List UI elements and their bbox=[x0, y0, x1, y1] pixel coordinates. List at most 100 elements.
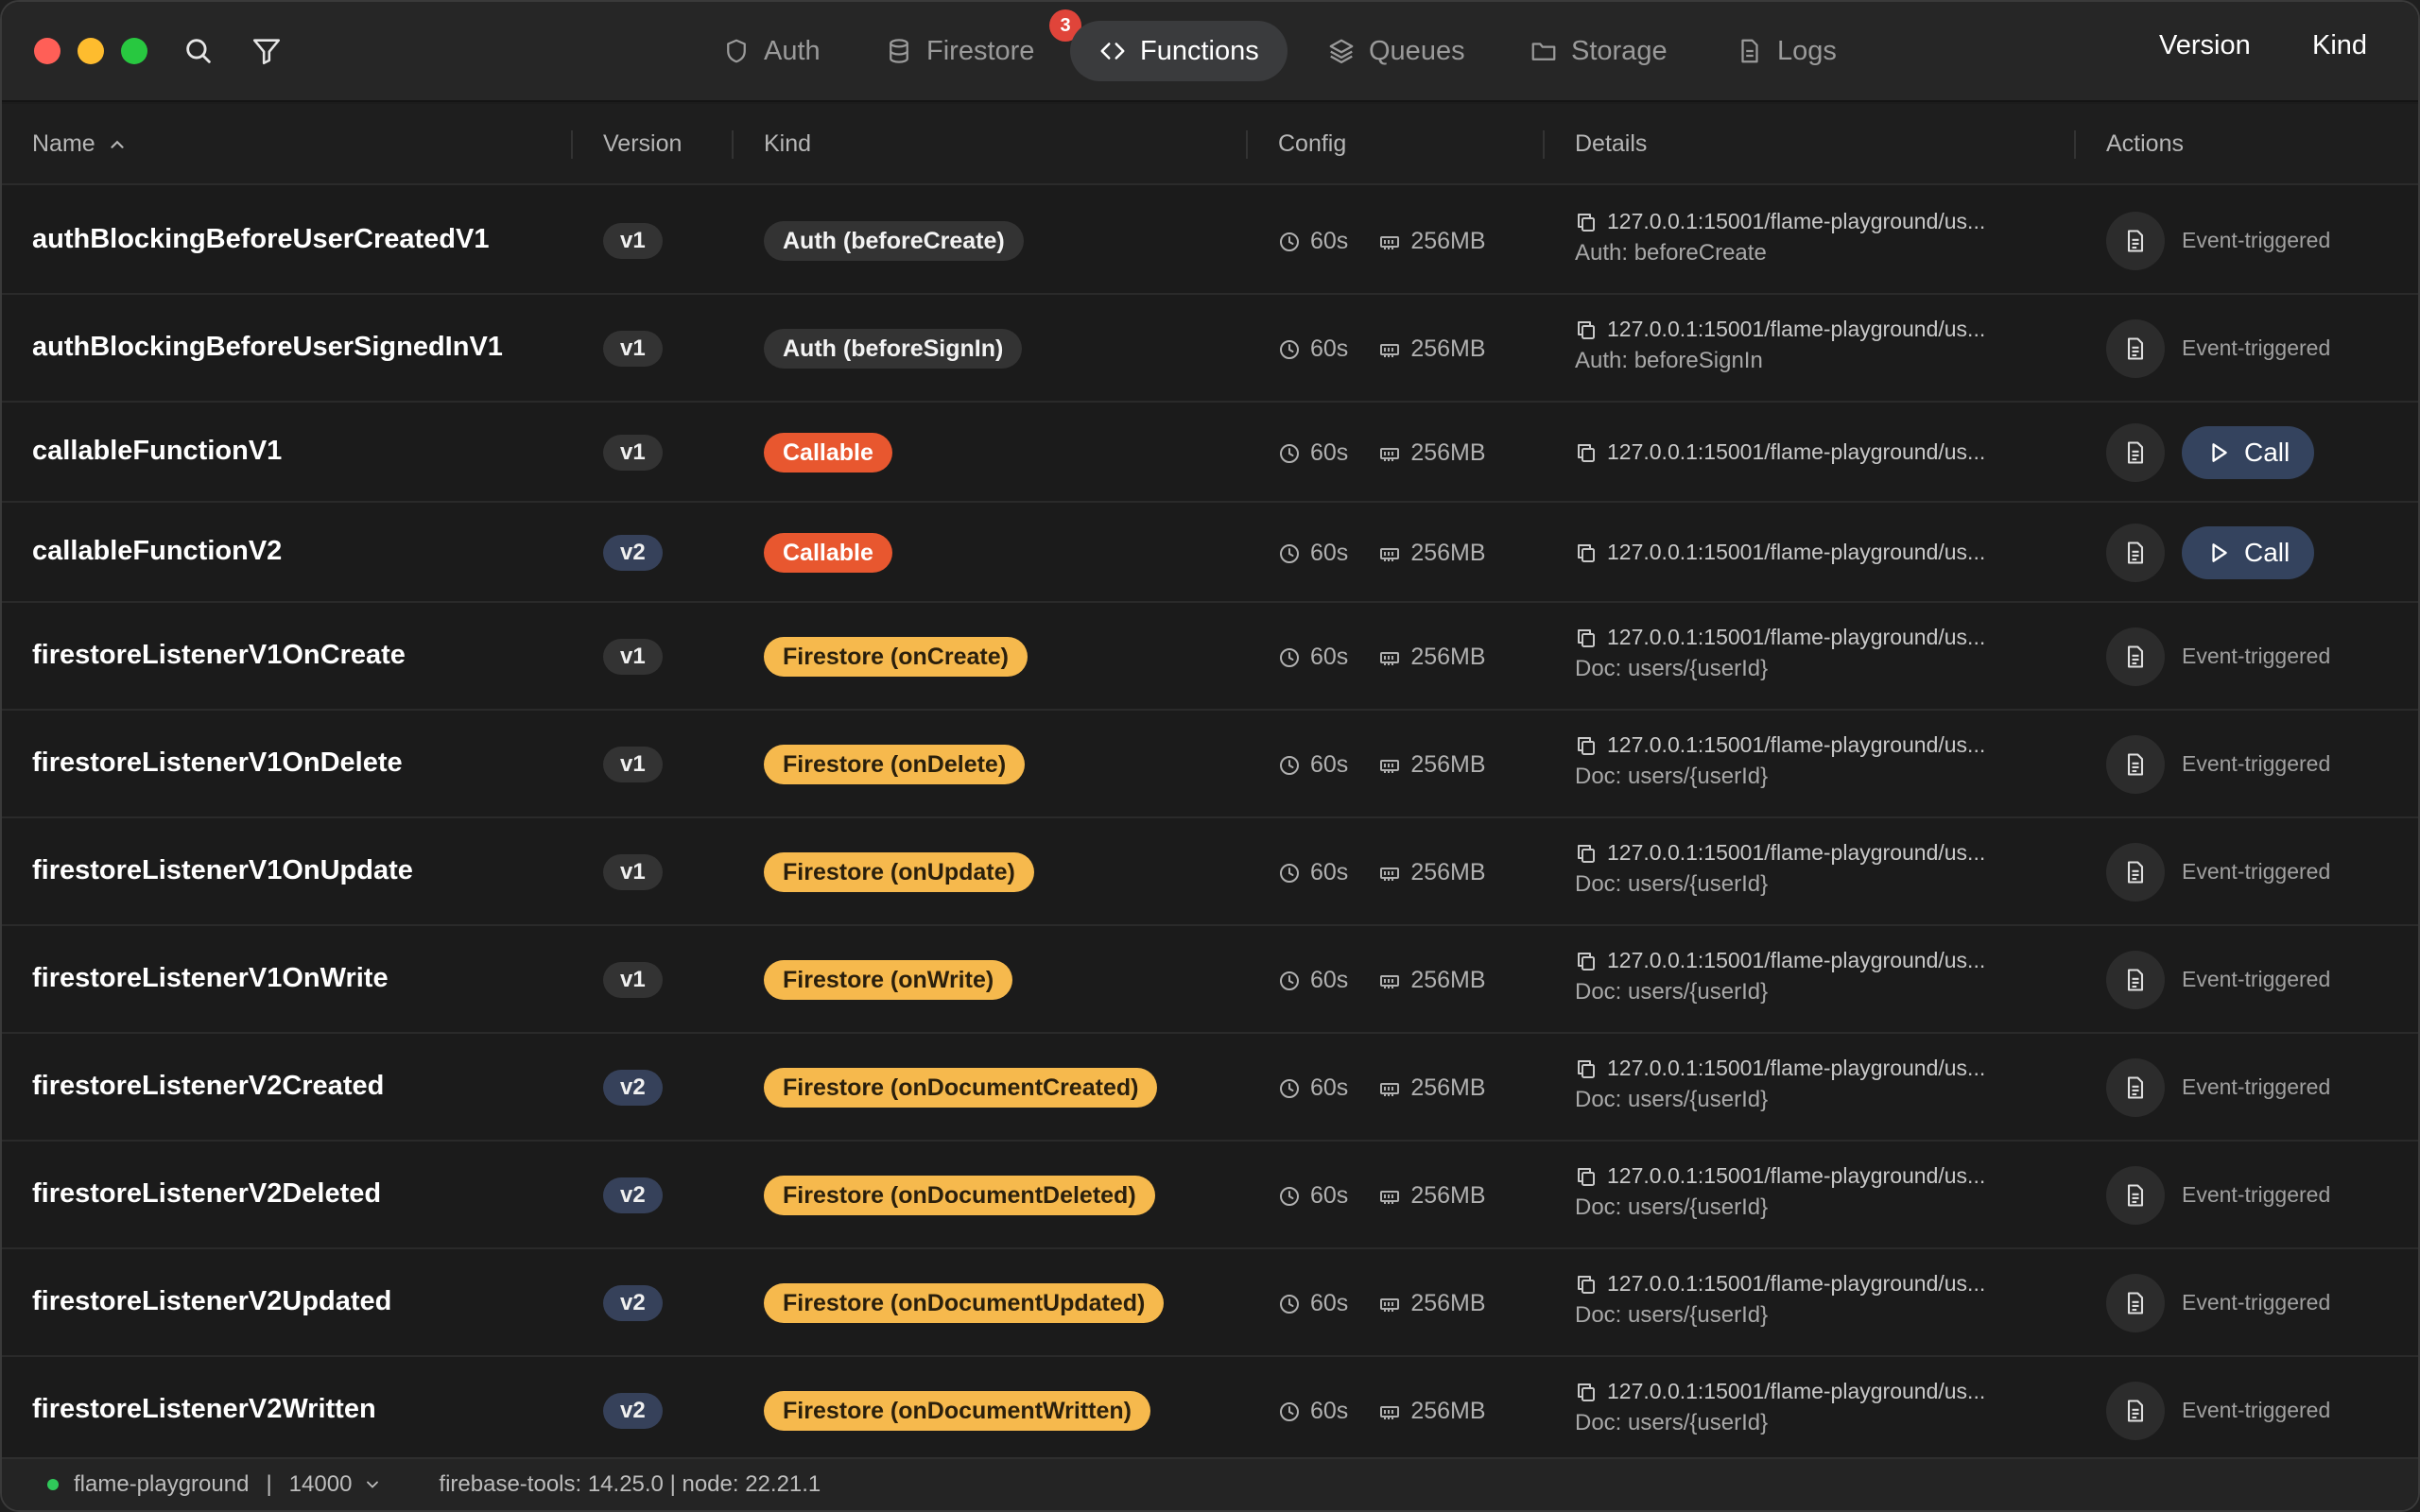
table-row[interactable]: firestoreListenerV1OnWrite v1 Firestore … bbox=[2, 926, 2418, 1034]
function-url[interactable]: 127.0.0.1:15001/flame-playground/us... bbox=[1575, 540, 1985, 565]
memory-icon bbox=[1380, 867, 1400, 881]
table-row[interactable]: firestoreListenerV2Written v2 Firestore … bbox=[2, 1357, 2418, 1465]
minimize-window-button[interactable] bbox=[78, 38, 104, 64]
copy-icon[interactable] bbox=[1575, 627, 1598, 649]
copy-icon[interactable] bbox=[1575, 1057, 1598, 1080]
copy-icon[interactable] bbox=[1575, 950, 1598, 972]
function-url[interactable]: 127.0.0.1:15001/flame-playground/us... bbox=[1575, 732, 1985, 758]
function-url[interactable]: 127.0.0.1:15001/flame-playground/us... bbox=[1575, 317, 1985, 342]
tab-auth[interactable]: Auth bbox=[694, 21, 849, 81]
timeout-value: 60s bbox=[1310, 1182, 1349, 1209]
view-logs-button[interactable] bbox=[2106, 1274, 2165, 1332]
filter-button[interactable] bbox=[248, 32, 285, 70]
zoom-window-button[interactable] bbox=[121, 38, 147, 64]
search-button[interactable] bbox=[180, 32, 217, 70]
config-info: 60s 256MB bbox=[1278, 228, 1486, 255]
trigger-detail: Doc: users/{userId} bbox=[1575, 764, 1769, 789]
memory-value: 256MB bbox=[1410, 1290, 1486, 1316]
column-divider[interactable] bbox=[2074, 130, 2076, 159]
table-row[interactable]: firestoreListenerV1OnDelete v1 Firestore… bbox=[2, 711, 2418, 818]
memory-value: 256MB bbox=[1410, 228, 1486, 254]
copy-icon[interactable] bbox=[1575, 211, 1598, 233]
details-cell: 127.0.0.1:15001/flame-playground/us... D… bbox=[1575, 948, 1985, 1005]
column-version-header[interactable]: Version bbox=[603, 130, 682, 158]
kind-badge: Firestore (onDelete) bbox=[764, 745, 1026, 784]
column-divider[interactable] bbox=[732, 130, 734, 159]
version-filter-button[interactable]: Version bbox=[2159, 30, 2251, 61]
tab-queues[interactable]: Queues bbox=[1299, 21, 1494, 81]
chevron-down-icon[interactable] bbox=[363, 1475, 382, 1494]
copy-icon[interactable] bbox=[1575, 734, 1598, 757]
function-url[interactable]: 127.0.0.1:15001/flame-playground/us... bbox=[1575, 1163, 1985, 1189]
table-row[interactable]: authBlockingBeforeUserCreatedV1 v1 Auth … bbox=[2, 187, 2418, 295]
copy-icon[interactable] bbox=[1575, 441, 1598, 464]
view-logs-button[interactable] bbox=[2106, 951, 2165, 1009]
view-logs-button[interactable] bbox=[2106, 212, 2165, 270]
kind-filter-button[interactable]: Kind bbox=[2312, 30, 2367, 61]
clock-icon bbox=[1280, 863, 1299, 883]
function-url[interactable]: 127.0.0.1:15001/flame-playground/us... bbox=[1575, 948, 1985, 973]
view-logs-button[interactable] bbox=[2106, 423, 2165, 482]
view-logs-button[interactable] bbox=[2106, 1058, 2165, 1117]
copy-icon[interactable] bbox=[1575, 842, 1598, 865]
logs-icon bbox=[2127, 645, 2144, 668]
play-icon bbox=[2212, 443, 2227, 462]
table-row[interactable]: firestoreListenerV2Updated v2 Firestore … bbox=[2, 1249, 2418, 1357]
function-name: firestoreListenerV1OnCreate bbox=[32, 640, 406, 670]
function-url[interactable]: 127.0.0.1:15001/flame-playground/us... bbox=[1575, 209, 1985, 234]
view-logs-button[interactable] bbox=[2106, 627, 2165, 686]
kind-badge: Firestore (onWrite) bbox=[764, 960, 1013, 1000]
tab-storage[interactable]: Storage bbox=[1501, 21, 1696, 81]
column-config-header[interactable]: Config bbox=[1278, 130, 1346, 158]
copy-icon[interactable] bbox=[1575, 1273, 1598, 1296]
function-url-text: 127.0.0.1:15001/flame-playground/us... bbox=[1607, 840, 1986, 865]
table-row[interactable]: firestoreListenerV1OnCreate v1 Firestore… bbox=[2, 603, 2418, 711]
view-logs-button[interactable] bbox=[2106, 1382, 2165, 1440]
copy-icon[interactable] bbox=[1575, 1165, 1598, 1188]
function-name: authBlockingBeforeUserSignedInV1 bbox=[32, 332, 503, 362]
copy-icon[interactable] bbox=[1575, 541, 1598, 564]
column-divider[interactable] bbox=[1543, 130, 1545, 159]
logs-icon bbox=[2127, 230, 2144, 252]
function-url[interactable]: 127.0.0.1:15001/flame-playground/us... bbox=[1575, 625, 1985, 650]
trigger-detail: Doc: users/{userId} bbox=[1575, 1194, 1769, 1220]
view-logs-button[interactable] bbox=[2106, 843, 2165, 902]
table-row[interactable]: callableFunctionV2 v2 Callable 60s 256MB… bbox=[2, 503, 2418, 603]
tab-firestore[interactable]: Firestore 3 bbox=[856, 9, 1081, 81]
function-url[interactable]: 127.0.0.1:15001/flame-playground/us... bbox=[1575, 439, 1985, 465]
column-name-header[interactable]: Name bbox=[32, 130, 128, 158]
config-info: 60s 256MB bbox=[1278, 967, 1486, 994]
tab-logs[interactable]: Logs bbox=[1707, 21, 1865, 81]
call-function-button[interactable]: Call bbox=[2182, 526, 2315, 579]
tab-functions[interactable]: Functions bbox=[1070, 21, 1288, 81]
copy-icon[interactable] bbox=[1575, 1381, 1598, 1403]
version-badge: v1 bbox=[603, 854, 663, 890]
function-url[interactable]: 127.0.0.1:15001/flame-playground/us... bbox=[1575, 840, 1985, 866]
version-badge: v2 bbox=[603, 1285, 663, 1321]
view-logs-button[interactable] bbox=[2106, 1166, 2165, 1225]
event-triggered-label: Event-triggered bbox=[2182, 967, 2331, 991]
function-url[interactable]: 127.0.0.1:15001/flame-playground/us... bbox=[1575, 1271, 1985, 1297]
column-kind-header[interactable]: Kind bbox=[764, 130, 811, 158]
layers-icon bbox=[1329, 39, 1354, 63]
table-row[interactable]: callableFunctionV1 v1 Callable 60s 256MB… bbox=[2, 403, 2418, 503]
port-selector[interactable]: 14000 bbox=[289, 1471, 353, 1498]
function-url[interactable]: 127.0.0.1:15001/flame-playground/us... bbox=[1575, 1056, 1985, 1081]
view-logs-button[interactable] bbox=[2106, 735, 2165, 794]
column-divider[interactable] bbox=[1246, 130, 1248, 159]
column-details-header[interactable]: Details bbox=[1575, 130, 1647, 158]
view-logs-button[interactable] bbox=[2106, 319, 2165, 378]
function-url[interactable]: 127.0.0.1:15001/flame-playground/us... bbox=[1575, 1379, 1985, 1404]
table-row[interactable]: authBlockingBeforeUserSignedInV1 v1 Auth… bbox=[2, 295, 2418, 403]
view-logs-button[interactable] bbox=[2106, 524, 2165, 582]
copy-icon[interactable] bbox=[1575, 318, 1598, 341]
trigger-detail: Auth: beforeCreate bbox=[1575, 240, 1767, 266]
table-row[interactable]: firestoreListenerV2Created v2 Firestore … bbox=[2, 1034, 2418, 1142]
table-row[interactable]: firestoreListenerV1OnUpdate v1 Firestore… bbox=[2, 818, 2418, 926]
column-divider[interactable] bbox=[571, 130, 573, 159]
tab-queues-label: Queues bbox=[1369, 35, 1465, 66]
version-badge: v1 bbox=[603, 435, 663, 471]
close-window-button[interactable] bbox=[34, 38, 60, 64]
call-function-button[interactable]: Call bbox=[2182, 426, 2315, 479]
table-row[interactable]: firestoreListenerV2Deleted v2 Firestore … bbox=[2, 1142, 2418, 1249]
